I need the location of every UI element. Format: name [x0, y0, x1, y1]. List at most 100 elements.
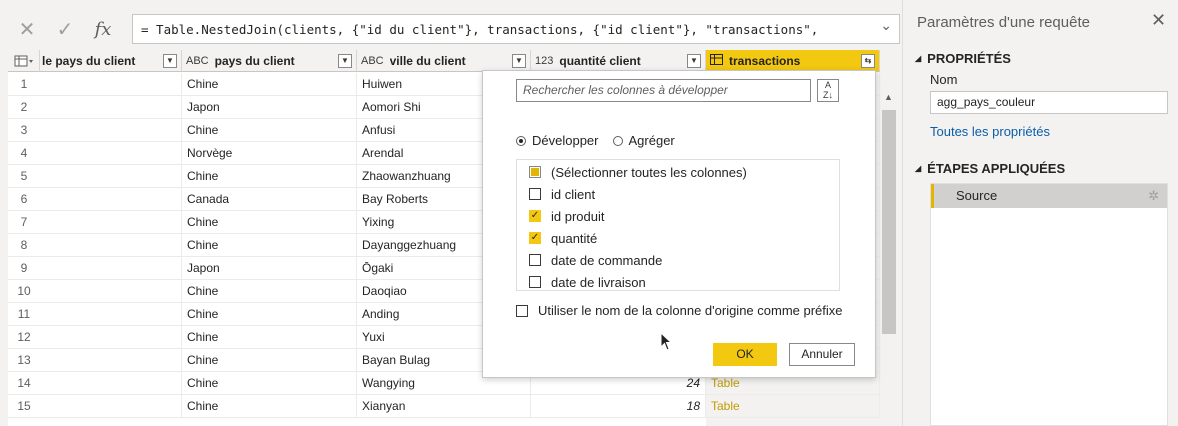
row-number[interactable]: 8 [8, 234, 40, 257]
checkbox-checked[interactable]: ✓ [529, 210, 541, 222]
table-menu-icon[interactable] [8, 50, 40, 72]
row-number[interactable]: 14 [8, 372, 40, 395]
table-cell[interactable] [40, 372, 182, 395]
table-cell[interactable] [40, 165, 182, 188]
filter-dropdown-icon[interactable]: ▼ [163, 53, 177, 68]
checkbox-partial[interactable] [529, 166, 541, 178]
row-number[interactable]: 3 [8, 119, 40, 142]
fx-label[interactable]: fx [84, 12, 122, 46]
checklist-item-date-commande[interactable]: date de commande [529, 249, 662, 271]
all-properties-link[interactable]: Toutes les propriétés [930, 124, 1050, 139]
filter-dropdown-icon[interactable]: ▼ [687, 53, 701, 68]
checklist-item-id-produit[interactable]: ✓ id produit [529, 205, 604, 227]
radio-developper[interactable] [516, 135, 526, 146]
table-cell[interactable]: Chine [182, 326, 357, 349]
checkbox[interactable] [529, 188, 541, 200]
checklist-item-select-all[interactable]: (Sélectionner toutes les colonnes) [529, 161, 747, 183]
table-cell[interactable]: Norvège [182, 142, 357, 165]
table-cell[interactable]: Chine [182, 119, 357, 142]
row-number[interactable]: 12 [8, 326, 40, 349]
checkbox[interactable] [529, 254, 541, 266]
filter-dropdown-icon[interactable]: ▼ [512, 53, 526, 68]
cancel-button[interactable]: Annuler [789, 343, 855, 366]
table-cell[interactable] [40, 188, 182, 211]
checklist-item-quantite[interactable]: ✓ quantité [529, 227, 597, 249]
query-name-input[interactable]: agg_pays_couleur [930, 91, 1168, 114]
table-cell[interactable]: Chine [182, 280, 357, 303]
column-header-le-pays[interactable]: le pays du client ▼ [40, 50, 182, 72]
table-cell[interactable]: Japon [182, 257, 357, 280]
table-cell[interactable] [40, 395, 182, 418]
column-header-transactions[interactable]: transactions ⇆ [706, 50, 880, 72]
row-number[interactable]: 6 [8, 188, 40, 211]
table-cell[interactable]: Canada [182, 188, 357, 211]
table-cell[interactable] [40, 211, 182, 234]
row-number[interactable]: 7 [8, 211, 40, 234]
table-cell[interactable] [40, 234, 182, 257]
chevron-down-icon[interactable]: ⌄ [880, 17, 892, 34]
prefix-option[interactable]: Utiliser le nom de la colonne d'origine … [516, 303, 843, 318]
row-number[interactable]: 10 [8, 280, 40, 303]
row-number[interactable]: 5 [8, 165, 40, 188]
table-cell[interactable] [40, 96, 182, 119]
close-icon[interactable]: ✕ [1151, 10, 1166, 31]
table-cell[interactable]: Chine [182, 211, 357, 234]
vertical-scrollbar[interactable]: ▲ [880, 86, 898, 426]
table-cell[interactable] [40, 303, 182, 326]
ok-button[interactable]: OK [713, 343, 777, 366]
table-cell[interactable] [40, 349, 182, 372]
text-type-icon[interactable]: ABC [361, 55, 384, 67]
check-icon[interactable]: ✓ [46, 12, 84, 46]
table-cell[interactable]: Xianyan [357, 395, 531, 418]
table-cell[interactable] [40, 119, 182, 142]
prefix-checkbox[interactable] [516, 304, 528, 317]
table-cell[interactable]: Chine [182, 395, 357, 418]
row-number[interactable]: 11 [8, 303, 40, 326]
checklist-item-date-livraison[interactable]: date de livraison [529, 271, 646, 293]
formula-input[interactable]: = Table.NestedJoin(clients, {"id du clie… [132, 14, 900, 44]
table-cell[interactable]: Chine [182, 234, 357, 257]
row-number[interactable]: 4 [8, 142, 40, 165]
table-cell-link[interactable]: Table [706, 395, 880, 418]
checkbox[interactable] [529, 276, 541, 288]
filter-dropdown-icon[interactable]: ▼ [338, 53, 352, 68]
checklist-item-id-client[interactable]: id client [529, 183, 595, 205]
column-header-ville[interactable]: ABC ville du client ▼ [357, 50, 531, 72]
checkbox-checked[interactable]: ✓ [529, 232, 541, 244]
collapse-triangle-icon[interactable]: ◢ [915, 54, 921, 63]
table-cell[interactable]: Chine [182, 303, 357, 326]
table-cell[interactable] [40, 257, 182, 280]
table-cell[interactable] [40, 280, 182, 303]
table-cell[interactable]: Chine [182, 165, 357, 188]
row-number[interactable]: 15 [8, 395, 40, 418]
scrollbar-thumb[interactable] [882, 110, 896, 334]
row-number[interactable]: 9 [8, 257, 40, 280]
number-type-icon[interactable]: 123 [535, 55, 553, 67]
text-type-icon[interactable]: ABC [186, 55, 209, 67]
properties-section[interactable]: ◢ PROPRIÉTÉS [915, 51, 1011, 66]
table-cell[interactable] [40, 142, 182, 165]
column-header-pays[interactable]: ABC pays du client ▼ [182, 50, 357, 72]
table-cell[interactable]: Chine [182, 372, 357, 395]
row-number[interactable]: 13 [8, 349, 40, 372]
radio-agreger[interactable] [612, 135, 623, 146]
scroll-up-icon[interactable]: ▲ [884, 92, 893, 102]
table-cell[interactable] [40, 73, 182, 96]
search-columns-input[interactable]: Rechercher les colonnes à développer [516, 79, 811, 102]
close-icon[interactable]: ✕ [8, 12, 46, 46]
row-number[interactable]: 1 [8, 73, 40, 96]
column-header-quantite[interactable]: 123 quantité client ▼ [531, 50, 706, 72]
collapse-triangle-icon[interactable]: ◢ [915, 164, 921, 173]
step-source[interactable]: Source ✲ [931, 184, 1167, 208]
applied-steps-section[interactable]: ◢ ÉTAPES APPLIQUÉES [915, 161, 1065, 176]
expand-column-icon[interactable]: ⇆ [861, 53, 875, 68]
row-number[interactable]: 2 [8, 96, 40, 119]
table-cell[interactable]: Chine [182, 73, 357, 96]
gear-icon[interactable]: ✲ [1148, 184, 1159, 208]
sort-az-icon[interactable]: A Z↓ [817, 79, 839, 102]
table-cell[interactable]: Japon [182, 96, 357, 119]
table-cell[interactable] [40, 326, 182, 349]
table-cell[interactable]: 18 [531, 395, 706, 418]
table-cell[interactable]: Chine [182, 349, 357, 372]
table-type-icon[interactable] [710, 53, 723, 68]
